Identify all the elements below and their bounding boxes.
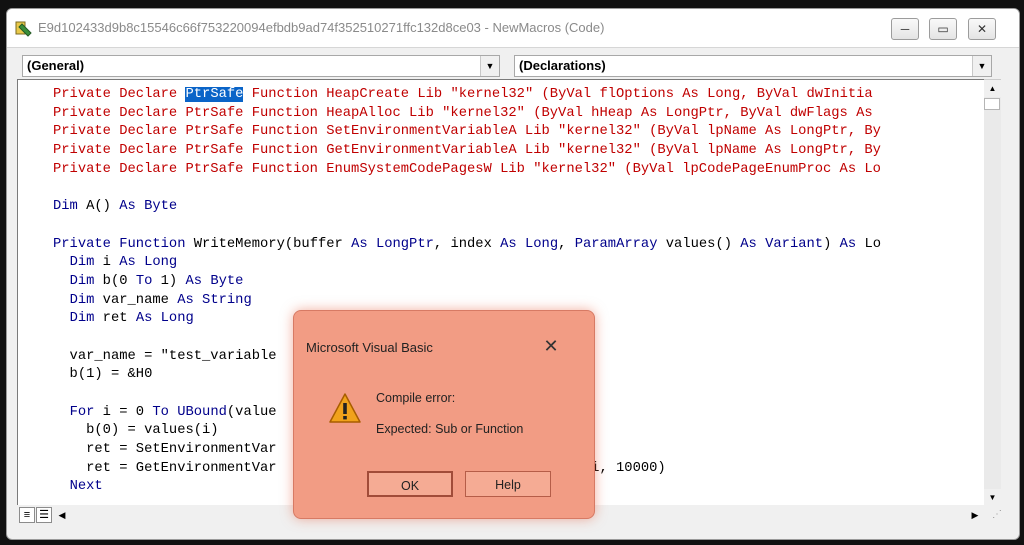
full-module-view-icon[interactable]: ☰ bbox=[36, 507, 52, 523]
resize-grip-icon[interactable]: ⋰ bbox=[992, 508, 1006, 522]
code-line[interactable]: ​ bbox=[53, 217, 881, 236]
scroll-right-icon[interactable]: ▶ bbox=[967, 507, 983, 523]
code-line[interactable]: Private Declare PtrSafe Function HeapAll… bbox=[53, 105, 881, 124]
scroll-up-icon[interactable]: ▲ bbox=[984, 80, 1001, 97]
error-heading: Compile error: bbox=[376, 391, 456, 405]
code-line[interactable]: ​ bbox=[53, 179, 881, 198]
code-line[interactable]: Private Function WriteMemory(buffer As L… bbox=[53, 236, 881, 255]
code-line[interactable]: Private Declare PtrSafe Function HeapCre… bbox=[53, 86, 881, 105]
code-line[interactable]: Private Declare PtrSafe Function EnumSys… bbox=[53, 161, 881, 180]
object-combo[interactable]: (General) ▼ bbox=[22, 55, 500, 77]
window-title: E9d102433d9b8c15546c66f753220094efbdb9ad… bbox=[38, 20, 605, 35]
title-bar: E9d102433d9b8c15546c66f753220094efbdb9ad… bbox=[7, 9, 1019, 48]
close-button[interactable]: ✕ bbox=[968, 18, 996, 40]
code-line[interactable]: Dim A() As Byte bbox=[53, 198, 881, 217]
code-line[interactable]: Dim b(0 To 1) As Byte bbox=[53, 273, 881, 292]
selected-text[interactable]: PtrSafe bbox=[185, 87, 244, 102]
chevron-down-icon[interactable]: ▼ bbox=[480, 56, 499, 76]
object-combo-value: (General) bbox=[27, 58, 85, 73]
procedure-view-icon[interactable]: ≡ bbox=[19, 507, 35, 523]
scroll-down-icon[interactable]: ▼ bbox=[984, 489, 1001, 506]
code-line[interactable]: Dim var_name As String bbox=[53, 292, 881, 311]
scroll-left-icon[interactable]: ◀ bbox=[54, 507, 70, 523]
maximize-button[interactable]: ▭ bbox=[929, 18, 957, 40]
dialog-close-icon[interactable]: ✕ bbox=[541, 336, 561, 356]
code-line[interactable]: Private Declare PtrSafe Function SetEnvi… bbox=[53, 123, 881, 142]
scroll-thumb[interactable] bbox=[984, 98, 1000, 110]
vertical-scrollbar[interactable]: ▲ ▼ bbox=[984, 79, 1001, 506]
help-button[interactable]: Help bbox=[465, 471, 551, 497]
compile-error-dialog: Microsoft Visual Basic ✕ Compile error: … bbox=[293, 310, 595, 519]
dialog-title: Microsoft Visual Basic bbox=[306, 340, 433, 355]
procedure-combo[interactable]: (Declarations) ▼ bbox=[514, 55, 992, 77]
warning-icon bbox=[329, 393, 361, 423]
error-message: Expected: Sub or Function bbox=[376, 422, 524, 436]
code-line[interactable]: Private Declare PtrSafe Function GetEnvi… bbox=[53, 142, 881, 161]
ok-button[interactable]: OK bbox=[367, 471, 453, 497]
vba-project-icon bbox=[15, 21, 32, 37]
chevron-down-icon[interactable]: ▼ bbox=[972, 56, 991, 76]
minimize-button[interactable]: ─ bbox=[891, 18, 919, 40]
procedure-combo-value: (Declarations) bbox=[519, 58, 606, 73]
code-line[interactable]: Dim i As Long bbox=[53, 254, 881, 273]
